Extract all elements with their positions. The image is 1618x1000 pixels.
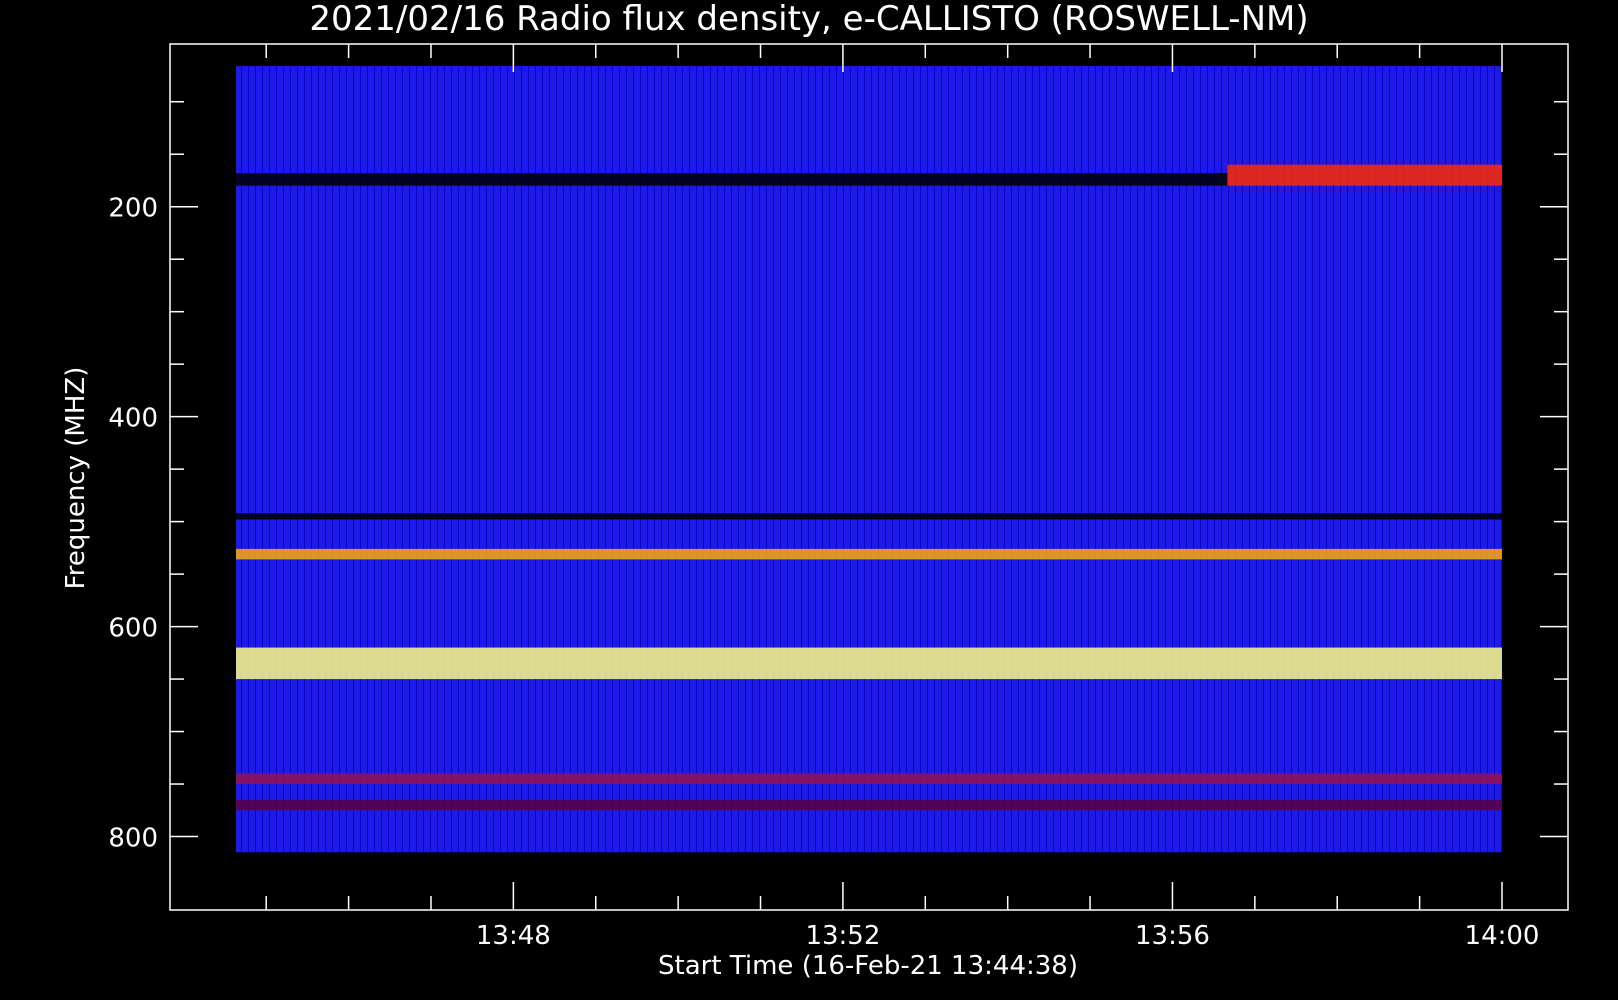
spectrum-band-7: [236, 799, 1502, 811]
y-tick-label: 600: [108, 614, 158, 644]
spectrum-band-1: [1227, 164, 1502, 186]
spectrum-band-4: [236, 548, 1502, 560]
x-tick-label: 13:56: [1135, 921, 1210, 951]
x-tick-label: 14:00: [1465, 921, 1540, 951]
y-tick-label: 200: [108, 194, 158, 224]
chart-title: 2021/02/16 Radio flux density, e-CALLIST…: [309, 0, 1308, 39]
spectrum-band-6: [236, 773, 1502, 785]
x-tick-label: 13:52: [805, 921, 880, 951]
spectrum-band-2: [236, 173, 1228, 186]
y-axis-label: Frequency (MHZ): [61, 367, 91, 590]
spectrogram-chart: 2021/02/16 Radio flux density, e-CALLIST…: [61, 0, 1569, 981]
x-axis-label: Start Time (16-Feb-21 13:44:38): [658, 951, 1078, 981]
spectrum-band-5: [236, 647, 1502, 680]
y-tick-label: 400: [108, 404, 158, 434]
x-tick-label: 13:48: [476, 921, 551, 951]
spectrum-band-3: [236, 513, 1502, 520]
y-tick-label: 800: [108, 824, 158, 854]
